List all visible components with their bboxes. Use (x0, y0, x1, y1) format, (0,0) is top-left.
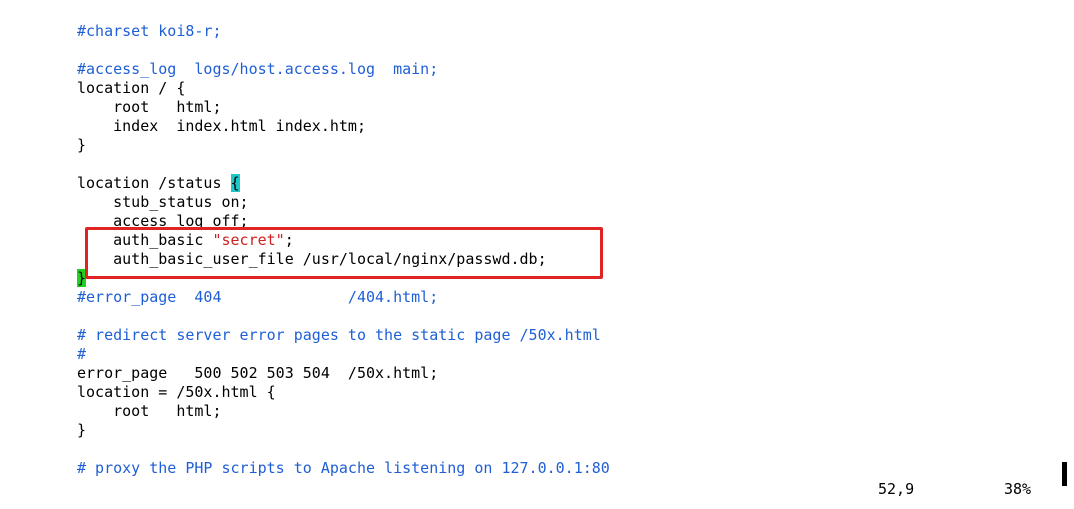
cursor-position: 52,9 (878, 480, 915, 498)
code-line[interactable]: location = /50x.html { (77, 383, 276, 402)
status-line: 52,9 38% (0, 479, 1052, 499)
code-line[interactable]: } (77, 421, 86, 440)
code-line[interactable]: #access_log logs/host.access.log main; (77, 60, 438, 79)
scroll-percent: 38% (1004, 480, 1032, 498)
matched-bracket: { (230, 174, 240, 192)
highlight-box (85, 227, 603, 279)
code-line[interactable]: #charset koi8-r; (77, 22, 222, 41)
code-line[interactable]: index index.html index.htm; (77, 117, 366, 136)
code-line[interactable]: # redirect server error pages to the sta… (77, 326, 601, 345)
scrollbar[interactable] (1052, 0, 1074, 509)
code-line[interactable]: #error_page 404 /404.html; (77, 288, 438, 307)
code-line[interactable]: root html; (77, 402, 221, 421)
code-line[interactable]: root html; (77, 98, 221, 117)
code-line[interactable]: location /status { (77, 174, 240, 193)
code-line[interactable]: error_page 500 502 503 504 /50x.html; (77, 364, 438, 383)
code-line[interactable]: # (77, 345, 86, 364)
code-token: location /status (77, 174, 231, 192)
code-line[interactable]: # proxy the PHP scripts to Apache listen… (77, 459, 610, 478)
code-line[interactable]: location / { (77, 79, 185, 98)
code-line[interactable]: } (77, 136, 86, 155)
code-line[interactable]: stub_status on; (77, 193, 248, 212)
scrollbar-thumb[interactable] (1062, 462, 1067, 486)
